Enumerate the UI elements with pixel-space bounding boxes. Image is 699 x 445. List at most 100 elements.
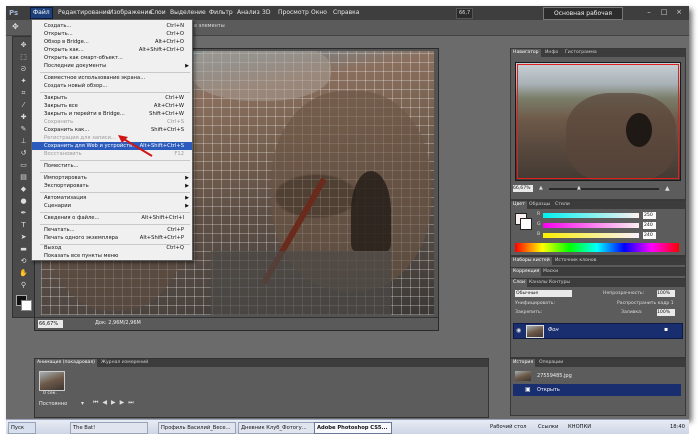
taskbar-item-profile[interactable]: Профиль Василий_Весе... (158, 422, 236, 434)
eye-icon[interactable]: ◉ (516, 327, 521, 334)
tab-clone-source[interactable]: Источник клонов (553, 257, 598, 265)
menu-3d[interactable]: 3D (260, 8, 272, 18)
slider-thumb-icon[interactable]: ▲ (577, 185, 581, 191)
magic-wand-icon[interactable]: ✦ (17, 77, 30, 85)
history-step[interactable]: ▣ Открыть (513, 384, 681, 396)
lasso-tool-icon[interactable]: ᘐ (17, 65, 30, 73)
navigator-view-box[interactable] (517, 64, 679, 179)
healing-brush-icon[interactable]: ✚ (17, 113, 30, 121)
close-icon[interactable]: × (673, 7, 685, 18)
tray-desktop[interactable]: Рабочий стол (490, 422, 527, 432)
menu-select[interactable]: Выделение (168, 8, 208, 18)
start-button[interactable]: Пуск (8, 422, 36, 434)
gradient-tool-icon[interactable]: ▤ (17, 173, 30, 181)
pen-tool-icon[interactable]: ✒ (17, 209, 30, 217)
tab-layers[interactable]: Слои (511, 279, 527, 287)
channel-r-slider[interactable] (543, 213, 639, 218)
file-menu-item[interactable]: Поместить... (32, 162, 192, 170)
tab-adjustments[interactable]: Коррекция (511, 268, 542, 276)
zoom-in-icon[interactable]: ▲ (665, 185, 670, 192)
tab-paths[interactable]: Контуры (547, 279, 572, 287)
file-menu-item[interactable]: Открыть как... Alt+Shift+Ctrl+O (32, 46, 192, 54)
channel-r-value[interactable]: 250 (643, 212, 656, 219)
fill-field[interactable]: 100% (657, 309, 675, 316)
taskbar-item-photoshop[interactable]: Adobe Photoshop CS5... (314, 422, 392, 434)
file-menu-item[interactable]: Сценарии ▶ (32, 202, 192, 210)
file-menu-item[interactable]: Сохранить Ctrl+S (32, 118, 192, 126)
move-tool-icon[interactable]: ✥ (17, 41, 30, 49)
file-menu-item[interactable]: Импортировать ▶ (32, 174, 192, 182)
animation-frame-thumbnail[interactable] (39, 371, 65, 391)
tab-brush-presets[interactable]: Наборы кистей (511, 257, 552, 265)
file-menu-item[interactable]: Создать... Ctrl+N (32, 22, 192, 30)
file-menu-item[interactable]: Открыть... Ctrl+O (32, 30, 192, 38)
tab-info[interactable]: Инфо (543, 49, 560, 57)
channel-g-value[interactable]: 240 (643, 222, 656, 229)
history-brush-icon[interactable]: ↺ (17, 149, 30, 157)
navigator-zoom-slider[interactable] (549, 188, 659, 190)
path-select-icon[interactable]: ➤ (17, 233, 30, 241)
frame-time[interactable]: 0 сек. (43, 391, 57, 396)
file-menu-item[interactable]: Закрыть Ctrl+W (32, 94, 192, 102)
save-for-web-menu-item[interactable]: Сохранить для Web и устройств... Alt+Shif… (32, 142, 192, 150)
file-menu-item[interactable]: Регистрация для записи... (32, 134, 192, 142)
workspace-button[interactable]: Основная рабочая среда (543, 7, 623, 28)
clone-stamp-icon[interactable]: ⊥ (17, 137, 30, 145)
tab-animation[interactable]: Анимация (покадровая) (35, 359, 97, 367)
eraser-tool-icon[interactable]: ▭ (17, 161, 30, 169)
show-all-menu-items[interactable]: Показать все пункты меню (32, 252, 192, 260)
tab-measurement-log[interactable]: Журнал измерений (99, 359, 150, 367)
layer-name[interactable]: Фон (548, 327, 559, 333)
menu-file[interactable]: Файл (30, 7, 53, 19)
file-menu-item[interactable]: Выход Ctrl+Q (32, 244, 192, 252)
file-menu-item[interactable]: Печатать... Ctrl+P (32, 226, 192, 234)
menu-edit[interactable]: Редактирование (56, 8, 112, 18)
layer-row-background[interactable]: ◉ Фон ▪ (513, 323, 683, 339)
document-zoom-field[interactable]: 66,67% (38, 320, 63, 328)
brush-tool-icon[interactable]: ✎ (17, 125, 30, 133)
3d-rotate-icon[interactable]: ⟲ (17, 257, 30, 265)
shape-tool-icon[interactable]: ▬ (17, 245, 30, 253)
menu-view[interactable]: Просмотр (276, 8, 311, 18)
file-menu-item[interactable]: Восстановить F12 (32, 150, 192, 158)
opacity-field[interactable]: 100% (657, 290, 675, 297)
tab-swatches[interactable]: Образцы (527, 201, 552, 209)
crop-tool-icon[interactable]: ⌗ (17, 89, 30, 97)
tray-buttons[interactable]: КНОПКИ (568, 422, 591, 432)
color-bg-swatch[interactable] (520, 218, 532, 230)
background-color-swatch[interactable] (21, 300, 32, 311)
maximize-icon[interactable]: □ (658, 7, 670, 18)
tab-styles[interactable]: Стили (553, 201, 572, 209)
tray-links[interactable]: Ссылки (538, 422, 558, 432)
menu-analysis[interactable]: Анализ (235, 8, 262, 18)
file-menu-item[interactable]: Обзор в Bridge... Alt+Ctrl+O (32, 38, 192, 46)
file-menu-item[interactable]: Печать одного экземпляра Alt+Shift+Ctrl+P (32, 234, 192, 242)
tab-histogram[interactable]: Гистограмма (563, 49, 599, 57)
blur-tool-icon[interactable]: ◆ (17, 185, 30, 193)
file-menu-item[interactable]: Автоматизация ▶ (32, 194, 192, 202)
zoom-tool-icon[interactable]: ⚲ (17, 281, 30, 289)
menu-window[interactable]: Окно (309, 8, 329, 18)
menu-layers[interactable]: Слои (148, 8, 168, 18)
channel-g-slider[interactable] (543, 223, 639, 228)
channel-b-value[interactable]: 240 (643, 232, 656, 239)
file-menu-item[interactable]: Экспортировать ▶ (32, 182, 192, 190)
marquee-tool-icon[interactable]: ⬚ (17, 53, 30, 61)
navigator-thumbnail[interactable] (515, 62, 681, 181)
loop-select[interactable]: Постоянно (39, 401, 67, 407)
history-snapshot[interactable]: 27559485.jpg (513, 370, 681, 382)
move-tool-icon[interactable]: ✥ (12, 22, 22, 32)
taskbar-item-diary[interactable]: Дневник Клуб_Фотогу... (238, 422, 316, 434)
file-menu-item[interactable]: Закрыть все Alt+Ctrl+W (32, 102, 192, 110)
hand-tool-icon[interactable]: ✋ (17, 269, 30, 277)
file-menu-item[interactable]: Совместное использование экрана... (32, 74, 192, 82)
file-menu-item[interactable]: Открыть как смарт-объект... (32, 54, 192, 62)
file-menu-item[interactable]: Сохранить как... Shift+Ctrl+S (32, 126, 192, 134)
channel-b-slider[interactable] (543, 233, 639, 238)
eyedropper-tool-icon[interactable]: ⁄ (17, 101, 30, 109)
blend-mode-select[interactable]: Обычные (515, 290, 572, 297)
propagate-frame-checkbox[interactable]: Распространить кадр 1 (617, 301, 674, 306)
file-menu-item[interactable]: Создать новый обзор... (32, 82, 192, 90)
zoom-level-box[interactable]: 66,7 (456, 8, 474, 19)
minimize-icon[interactable]: – (643, 7, 655, 18)
